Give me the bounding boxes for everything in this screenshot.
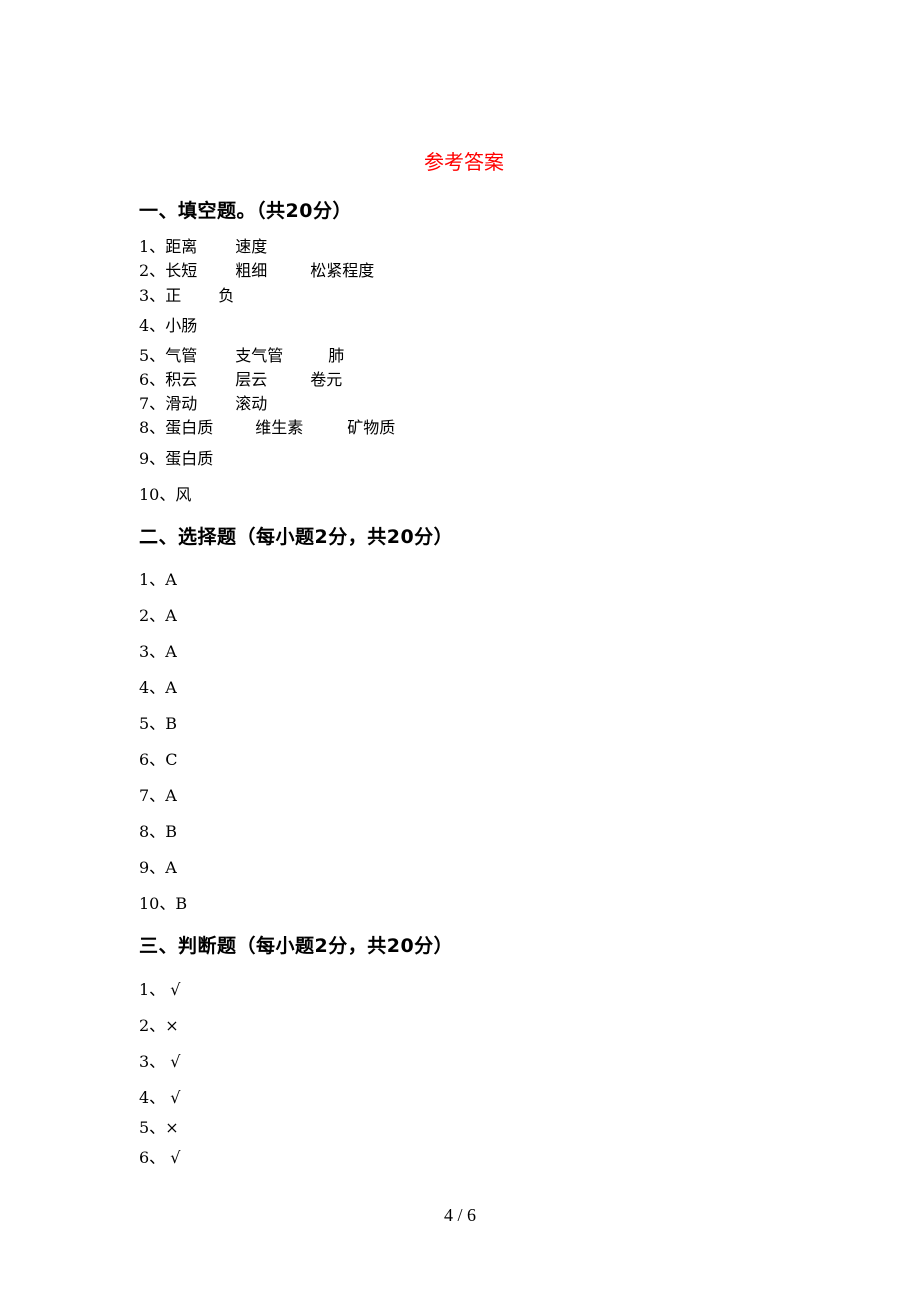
answer: B xyxy=(165,822,177,841)
choice-answer-8: 8、B xyxy=(139,818,177,842)
item-number: 3、 xyxy=(139,1052,166,1071)
fill-answer-8: 8、蛋白质 维生素 矿物质 xyxy=(139,414,395,438)
item-number: 1、 xyxy=(139,570,166,589)
item-number: 9、 xyxy=(139,449,166,468)
answer: A xyxy=(165,606,177,625)
item-number: 1、 xyxy=(139,237,166,256)
answer: 速度 xyxy=(235,237,268,256)
answer: A xyxy=(165,570,177,589)
check-mark-icon: √ xyxy=(170,1148,181,1167)
item-number: 8、 xyxy=(139,418,166,437)
section-heading-true-false: 三、判断题（每小题2分，共20分） xyxy=(139,935,454,957)
item-number: 5、 xyxy=(139,346,166,365)
fill-answer-4: 4、小肠 xyxy=(139,312,197,336)
answer: 长短 xyxy=(165,261,198,280)
item-number: 8、 xyxy=(139,822,166,841)
answer: 积云 xyxy=(165,370,198,389)
fill-answer-6: 6、积云 层云 卷元 xyxy=(139,366,342,390)
judge-answer-3: 3、 √ xyxy=(139,1048,180,1072)
answer: 风 xyxy=(175,485,192,504)
answer: 滚动 xyxy=(235,394,268,413)
check-mark-icon: √ xyxy=(170,1052,181,1071)
choice-answer-4: 4、A xyxy=(139,674,177,698)
fill-answer-3: 3、正 负 xyxy=(139,282,234,306)
answer: 卷元 xyxy=(310,370,343,389)
choice-answer-6: 6、C xyxy=(139,746,177,770)
item-number: 5、 xyxy=(139,714,166,733)
answer: B xyxy=(165,714,177,733)
choice-answer-10: 10、B xyxy=(139,890,187,914)
item-number: 1、 xyxy=(139,980,166,999)
judge-answer-4: 4、 √ xyxy=(139,1084,180,1108)
item-number: 10、 xyxy=(139,485,176,504)
section-heading-multiple-choice: 二、选择题（每小题2分，共20分） xyxy=(139,526,454,548)
judge-answer-1: 1、 √ xyxy=(139,976,180,1000)
item-number: 10、 xyxy=(139,894,176,913)
choice-answer-3: 3、A xyxy=(139,638,177,662)
check-mark-icon: √ xyxy=(170,1088,181,1107)
answer: C xyxy=(165,750,178,769)
answer: 维生素 xyxy=(255,418,304,437)
answer: 滑动 xyxy=(165,394,198,413)
fill-answer-7: 7、滑动 滚动 xyxy=(139,390,267,414)
answer: 矿物质 xyxy=(347,418,396,437)
page-number: 4 / 6 xyxy=(443,1205,476,1225)
answer: 松紧程度 xyxy=(310,261,375,280)
item-number: 6、 xyxy=(139,750,166,769)
item-number: 7、 xyxy=(139,394,166,413)
check-mark-icon: √ xyxy=(170,980,181,999)
answer: A xyxy=(165,678,177,697)
answer: B xyxy=(175,894,188,913)
judge-answer-2: 2、× xyxy=(139,1012,179,1036)
answer: 肺 xyxy=(328,346,345,365)
fill-answer-9: 9、蛋白质 xyxy=(139,445,213,469)
choice-answer-7: 7、A xyxy=(139,782,177,806)
answer: 小肠 xyxy=(165,316,198,335)
choice-answer-9: 9、A xyxy=(139,854,177,878)
item-number: 3、 xyxy=(139,286,166,305)
judge-answer-5: 5、× xyxy=(139,1114,179,1138)
answer: 蛋白质 xyxy=(165,418,214,437)
choice-answer-1: 1、A xyxy=(139,566,177,590)
fill-answer-2: 2、长短 粗细 松紧程度 xyxy=(139,257,374,281)
answer: 距离 xyxy=(165,237,198,256)
item-number: 2、 xyxy=(139,1016,166,1035)
fill-answer-10: 10、风 xyxy=(139,481,191,505)
section-heading-fill-blank: 一、填空题。（共20分） xyxy=(139,200,352,222)
choice-answer-2: 2、A xyxy=(139,602,177,626)
answer: 气管 xyxy=(165,346,198,365)
item-number: 2、 xyxy=(139,606,166,625)
item-number: 4、 xyxy=(139,678,166,697)
answer: A xyxy=(165,642,177,661)
cross-mark-icon: × xyxy=(165,1118,179,1137)
answer: A xyxy=(165,858,177,877)
fill-answer-1: 1、距离 速度 xyxy=(139,233,267,257)
item-number: 9、 xyxy=(139,858,166,877)
item-number: 4、 xyxy=(139,316,166,335)
answer: A xyxy=(165,786,177,805)
item-number: 3、 xyxy=(139,642,166,661)
page-title: 参考答案 xyxy=(424,150,504,174)
answer: 蛋白质 xyxy=(165,449,214,468)
item-number: 5、 xyxy=(139,1118,166,1137)
item-number: 2、 xyxy=(139,261,166,280)
item-number: 7、 xyxy=(139,786,166,805)
cross-mark-icon: × xyxy=(165,1016,179,1035)
choice-answer-5: 5、B xyxy=(139,710,177,734)
answer: 粗细 xyxy=(235,261,268,280)
fill-answer-5: 5、气管 支气管 肺 xyxy=(139,342,344,366)
answer: 正 xyxy=(165,286,182,305)
item-number: 4、 xyxy=(139,1088,166,1107)
item-number: 6、 xyxy=(139,370,166,389)
item-number: 6、 xyxy=(139,1148,166,1167)
answer: 层云 xyxy=(235,370,268,389)
answer: 支气管 xyxy=(235,346,284,365)
judge-answer-6: 6、 √ xyxy=(139,1144,180,1168)
answer: 负 xyxy=(218,286,235,305)
